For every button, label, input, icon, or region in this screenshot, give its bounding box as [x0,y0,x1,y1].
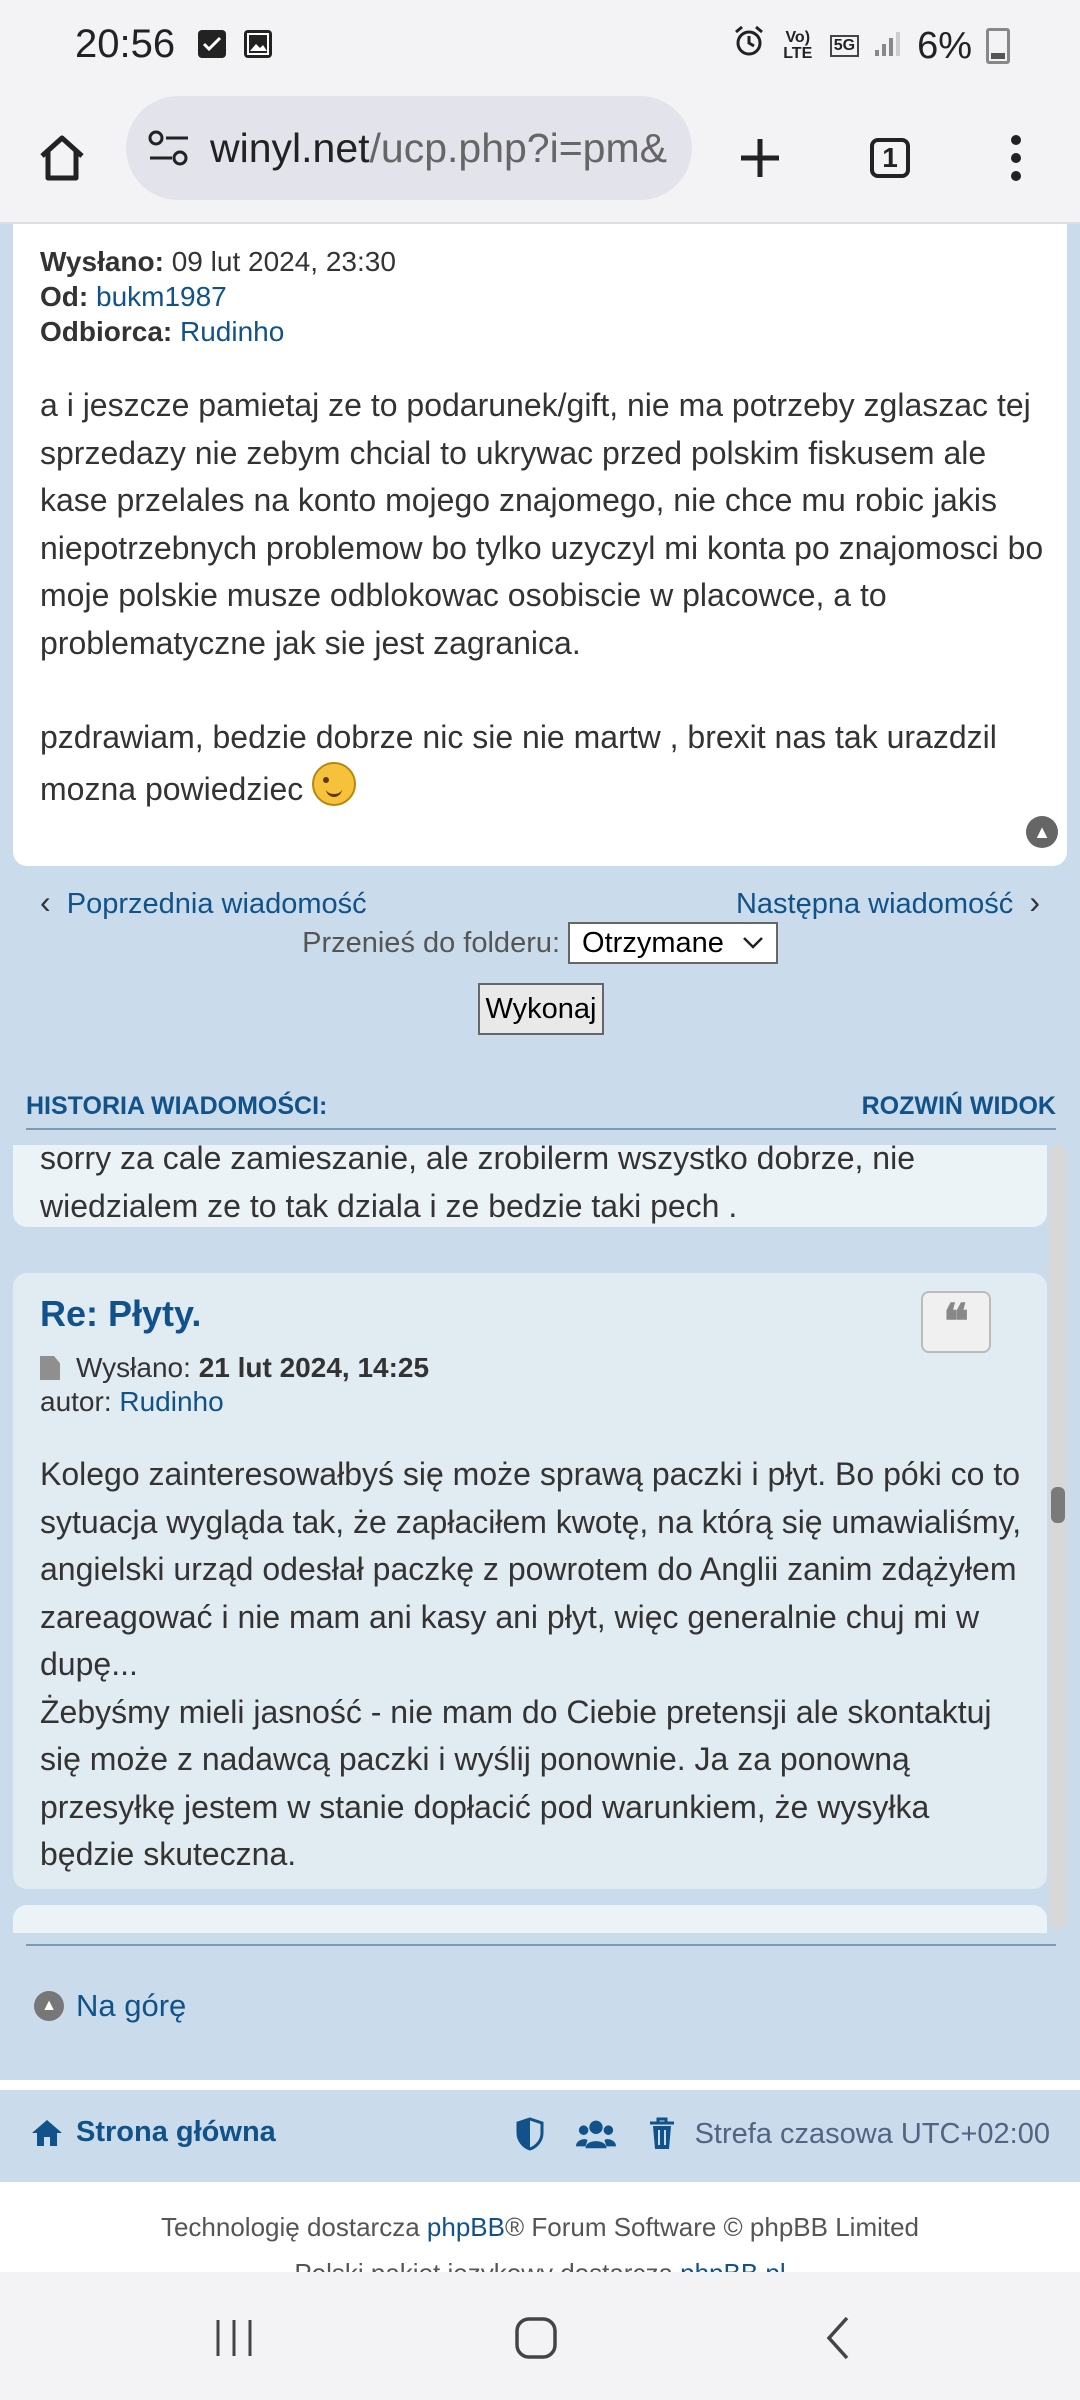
chevron-down-icon [742,937,763,949]
url-path: /ucp.php?i=pm& [369,124,667,171]
chevron-right-icon: › [1029,884,1040,920]
divider [26,1944,1056,1946]
history-scroll-thumb[interactable] [1051,1487,1065,1523]
tab-switcher-button[interactable]: 1 [854,122,926,194]
next-message-link[interactable]: Następna wiadomość › [736,884,1040,921]
status-bar: 20:56 Vo) LTE 5G 6% [0,0,1080,92]
history-post: Re: Płyty. ❝ Wysłano: 21 lut 2024, 14:25… [13,1273,1047,1889]
post-body: Kolego zainteresowałbyś się może sprawą … [40,1451,1030,1879]
chevron-up-icon: ▲ [34,1991,64,2021]
home-nav-button[interactable] [506,2310,566,2366]
language-line: Polski pakiet językowy dostarcza phpBB.p… [0,2258,1080,2272]
new-tab-button[interactable] [724,122,796,194]
post-author-label: autor: [40,1386,112,1417]
to-user-link[interactable]: Rudinho [180,316,284,347]
go-top-label: Na górę [76,1988,187,2023]
wink-emoji-icon [312,761,357,806]
url-bar[interactable]: winyl.net/ucp.php?i=pm& [126,96,692,200]
to-label: Odbiorca: [40,316,173,347]
move-folder-row: Przenieś do folderu: Otrzymane [0,922,1080,964]
folder-select[interactable]: Otrzymane [568,922,778,964]
post-paragraph: Kolego zainteresowałbyś się może sprawą … [40,1456,1022,1682]
post-icon [40,1356,60,1380]
copyright: Technologię dostarcza phpBB® Forum Softw… [0,2182,1080,2272]
message-paragraph-2: pzdrawiam, bedzie dobrze nic sie nie mar… [40,714,1050,813]
move-folder-label: Przenieś do folderu: [302,926,561,959]
sent-label: Wysłano: [40,246,164,277]
tech-suffix: ® Forum Software © phpBB Limited [504,2212,920,2242]
tech-line: Technologię dostarcza phpBB® Forum Softw… [0,2212,1080,2243]
trash-icon[interactable] [642,2114,682,2154]
history-post-partial [13,1905,1047,1933]
lang-prefix: Polski pakiet językowy dostarcza [294,2258,680,2272]
post-sent-value: 21 lut 2024, 14:25 [198,1352,430,1383]
go-top-link[interactable]: ▲ Na górę [34,1988,186,2024]
folder-selected-value: Otrzymane [582,926,724,959]
system-nav-bar [0,2272,1080,2400]
alarm-icon [732,24,766,68]
history-title: HISTORIA WIADOMOŚCI: [26,1092,328,1120]
network-indicator: 5G [829,35,860,57]
board-home-label: Strona główna [76,2116,276,2148]
expand-view-link[interactable]: ROZWIŃ WIDOK [862,1092,1056,1121]
scroll-top-icon[interactable]: ▲ [1026,816,1058,848]
prev-message-link[interactable]: ‹ Poprzednia wiadomość [40,884,367,921]
status-time: 20:56 [75,22,176,66]
status-right: Vo) LTE 5G 6% [732,18,1010,74]
footer-nav: Strona główna Strefa czasowa UTC+02:00 [0,2090,1080,2182]
timezone-text: Strefa czasowa UTC+02:00 [694,2118,1050,2150]
battery-charging-icon [986,28,1010,64]
from-label: Od: [40,281,89,312]
history-header: HISTORIA WIADOMOŚCI: ROZWIŃ WIDOK [26,1092,1056,1130]
shield-icon[interactable] [510,2114,550,2154]
history-scroll-area[interactable]: sorry za cale zamieszanie, ale zrobilerm… [13,1145,1067,1933]
chevron-left-icon: ‹ [40,884,51,920]
house-icon [32,2119,62,2146]
menu-icon[interactable] [980,122,1052,194]
post-paragraph-2: Żebyśmy mieli jasność - nie mam do Ciebi… [40,1693,992,1873]
users-icon[interactable] [576,2114,616,2154]
tab-count: 1 [870,138,910,178]
recent-apps-button[interactable] [204,2310,264,2366]
history-post: sorry za cale zamieszanie, ale zrobilerm… [13,1145,1047,1227]
post-author-link[interactable]: Rudinho [119,1386,223,1417]
message-paragraph-text: pzdrawiam, bedzie dobrze nic sie nie mar… [40,719,997,807]
next-message-label: Następna wiadomość [735,888,1014,920]
post-meta: Wysłano: 21 lut 2024, 14:25 autor: Rudin… [40,1351,429,1419]
post-title[interactable]: Re: Płyty. [40,1293,201,1335]
url-domain: winyl.net [210,124,370,171]
back-button[interactable] [808,2310,868,2366]
home-icon[interactable] [26,122,98,194]
sent-value: 09 lut 2024, 23:30 [163,246,396,277]
history-post-text: sorry za cale zamieszanie, ale zrobilerm… [40,1145,915,1224]
site-settings-icon[interactable] [146,126,192,175]
phpbb-pl-link[interactable]: phpBB.pl [680,2258,786,2272]
divider [0,2080,1080,2090]
battery-percent: 6% [917,24,972,67]
message-meta: Wysłano: 09 lut 2024, 23:30 Od: bukm1987… [40,244,396,349]
message-body: a i jeszcze pamietaj ze to podarunek/gif… [40,382,1050,813]
prev-message-label: Poprzednia wiadomość [66,888,367,920]
from-user-link[interactable]: bukm1987 [96,281,227,312]
tech-prefix: Technologię dostarcza [160,2212,427,2242]
quote-icon: ❝ [943,1294,969,1350]
message-panel: Wysłano: 09 lut 2024, 23:30 Od: bukm1987… [13,224,1067,866]
signal-icon [873,25,903,68]
image-icon [244,30,272,58]
message-paragraph: a i jeszcze pamietaj ze to podarunek/gif… [40,387,1044,661]
phpbb-link[interactable]: phpBB [427,2212,505,2242]
checkbox-icon [198,30,226,58]
submit-button[interactable]: Wykonaj [478,983,604,1035]
volte-indicator: Vo) LTE [783,29,813,62]
history-scrollbar[interactable] [1049,1145,1067,1929]
board-home-link[interactable]: Strona główna [30,2116,276,2149]
post-sent-label: Wysłano: [76,1352,191,1383]
quote-button[interactable]: ❝ [921,1291,991,1353]
